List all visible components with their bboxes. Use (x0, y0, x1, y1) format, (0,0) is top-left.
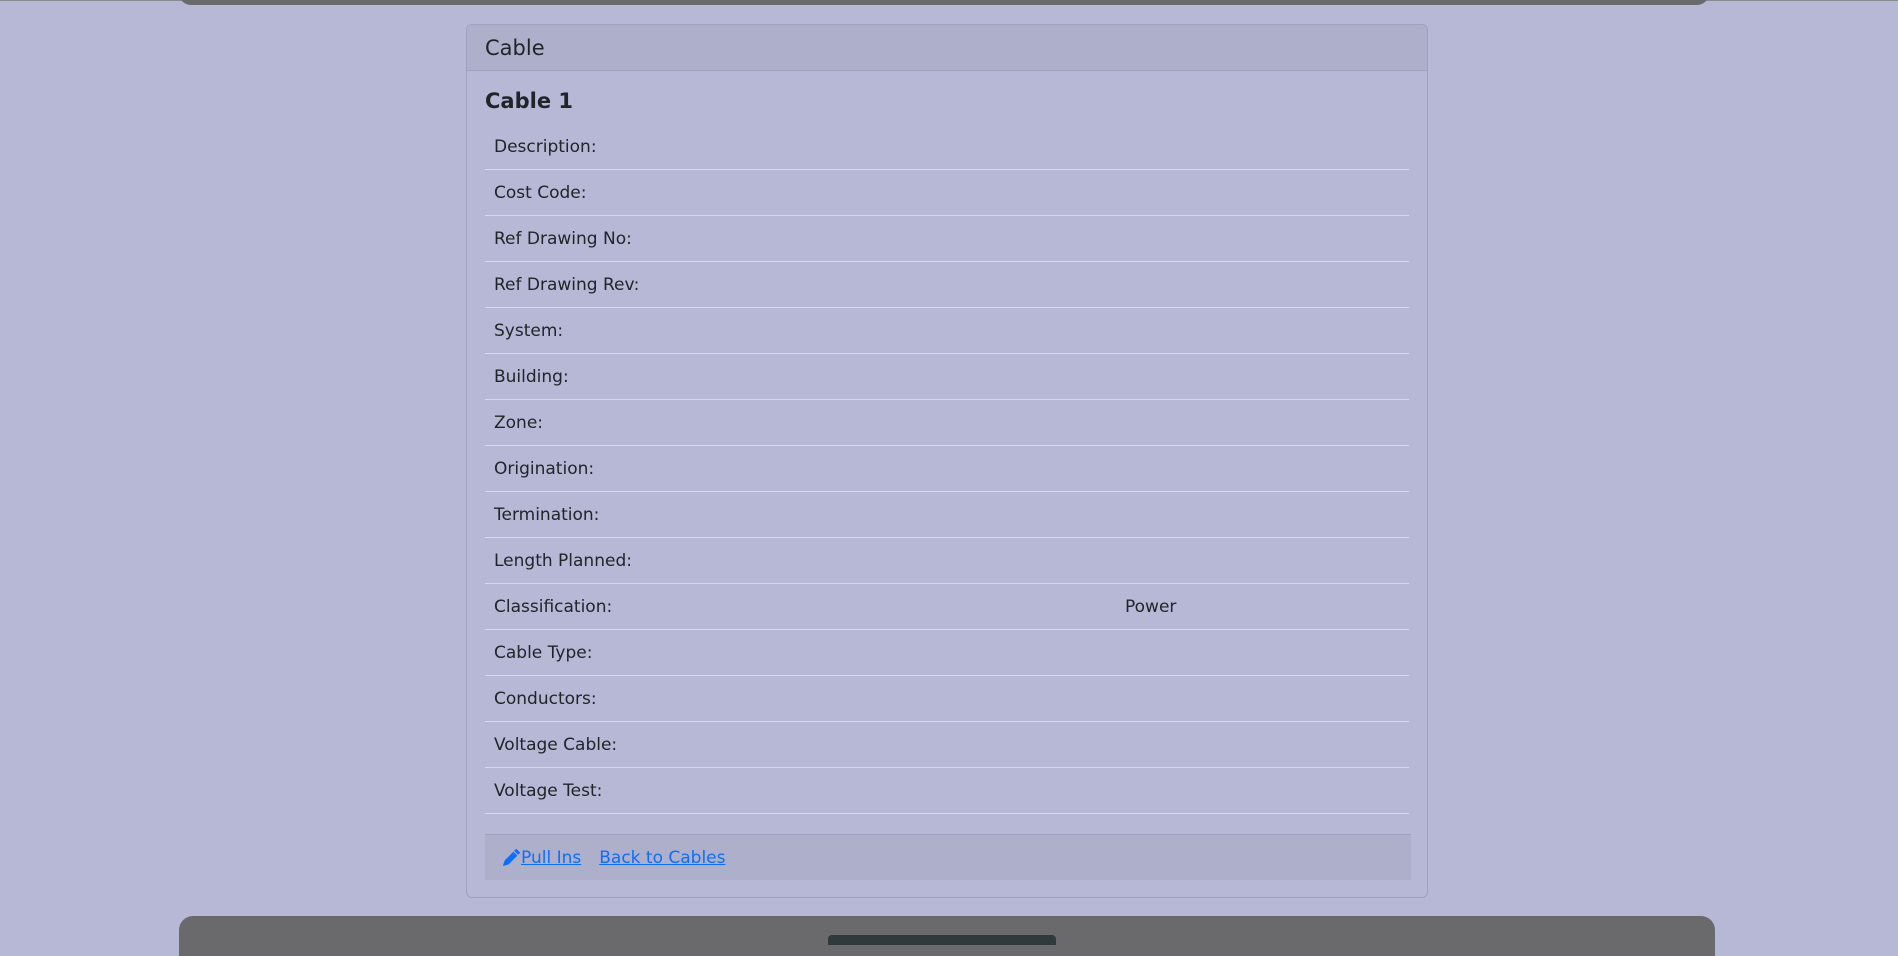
cable-card: Cable Cable 1 Description: Cost Code: Re… (466, 24, 1428, 898)
field-label: Zone: (494, 412, 544, 433)
pencil-icon (503, 849, 520, 866)
field-label: Voltage Test: (494, 780, 603, 801)
top-nav-bar (179, 0, 1709, 5)
field-row-system: System: (485, 308, 1409, 354)
field-row-termination: Termination: (485, 492, 1409, 538)
field-label: System: (494, 320, 564, 341)
field-row-cost-code: Cost Code: (485, 170, 1409, 216)
field-label: Cable Type: (494, 642, 593, 663)
field-label: Classification: (494, 596, 613, 617)
pull-ins-link[interactable]: Pull Ins (503, 848, 581, 868)
field-row-conductors: Conductors: (485, 676, 1409, 722)
field-label: Voltage Cable: (494, 734, 618, 755)
card-footer: Pull Ins Back to Cables (485, 834, 1411, 880)
field-label: Conductors: (494, 688, 597, 709)
field-label: Origination: (494, 458, 595, 479)
field-row-voltage-cable: Voltage Cable: (485, 722, 1409, 768)
card-header: Cable (467, 25, 1427, 71)
field-value: Power (1125, 596, 1177, 617)
card-body: Cable 1 Description: Cost Code: Ref Draw… (467, 71, 1427, 814)
field-row-zone: Zone: (485, 400, 1409, 446)
field-label: Building: (494, 366, 569, 387)
field-label: Cost Code: (494, 182, 587, 203)
cable-title: Cable 1 (485, 89, 573, 113)
field-row-voltage-test: Voltage Test: (485, 768, 1409, 814)
field-row-origination: Origination: (485, 446, 1409, 492)
field-row-length-planned: Length Planned: (485, 538, 1409, 584)
back-to-cables-link[interactable]: Back to Cables (599, 848, 725, 868)
pull-ins-label: Pull Ins (521, 847, 582, 868)
field-row-building: Building: (485, 354, 1409, 400)
field-row-ref-drawing-rev: Ref Drawing Rev: (485, 262, 1409, 308)
field-row-ref-drawing-no: Ref Drawing No: (485, 216, 1409, 262)
field-row-classification: Classification: Power (485, 584, 1409, 630)
field-label: Ref Drawing Rev: (494, 274, 640, 295)
field-label: Ref Drawing No: (494, 228, 632, 249)
field-row-description: Description: (485, 124, 1409, 170)
field-row-cable-type: Cable Type: (485, 630, 1409, 676)
field-label: Length Planned: (494, 550, 632, 571)
field-label: Termination: (494, 504, 600, 525)
field-label: Description: (494, 136, 597, 157)
field-list: Description: Cost Code: Ref Drawing No: … (485, 124, 1409, 814)
bottom-bar-tab (828, 935, 1056, 945)
